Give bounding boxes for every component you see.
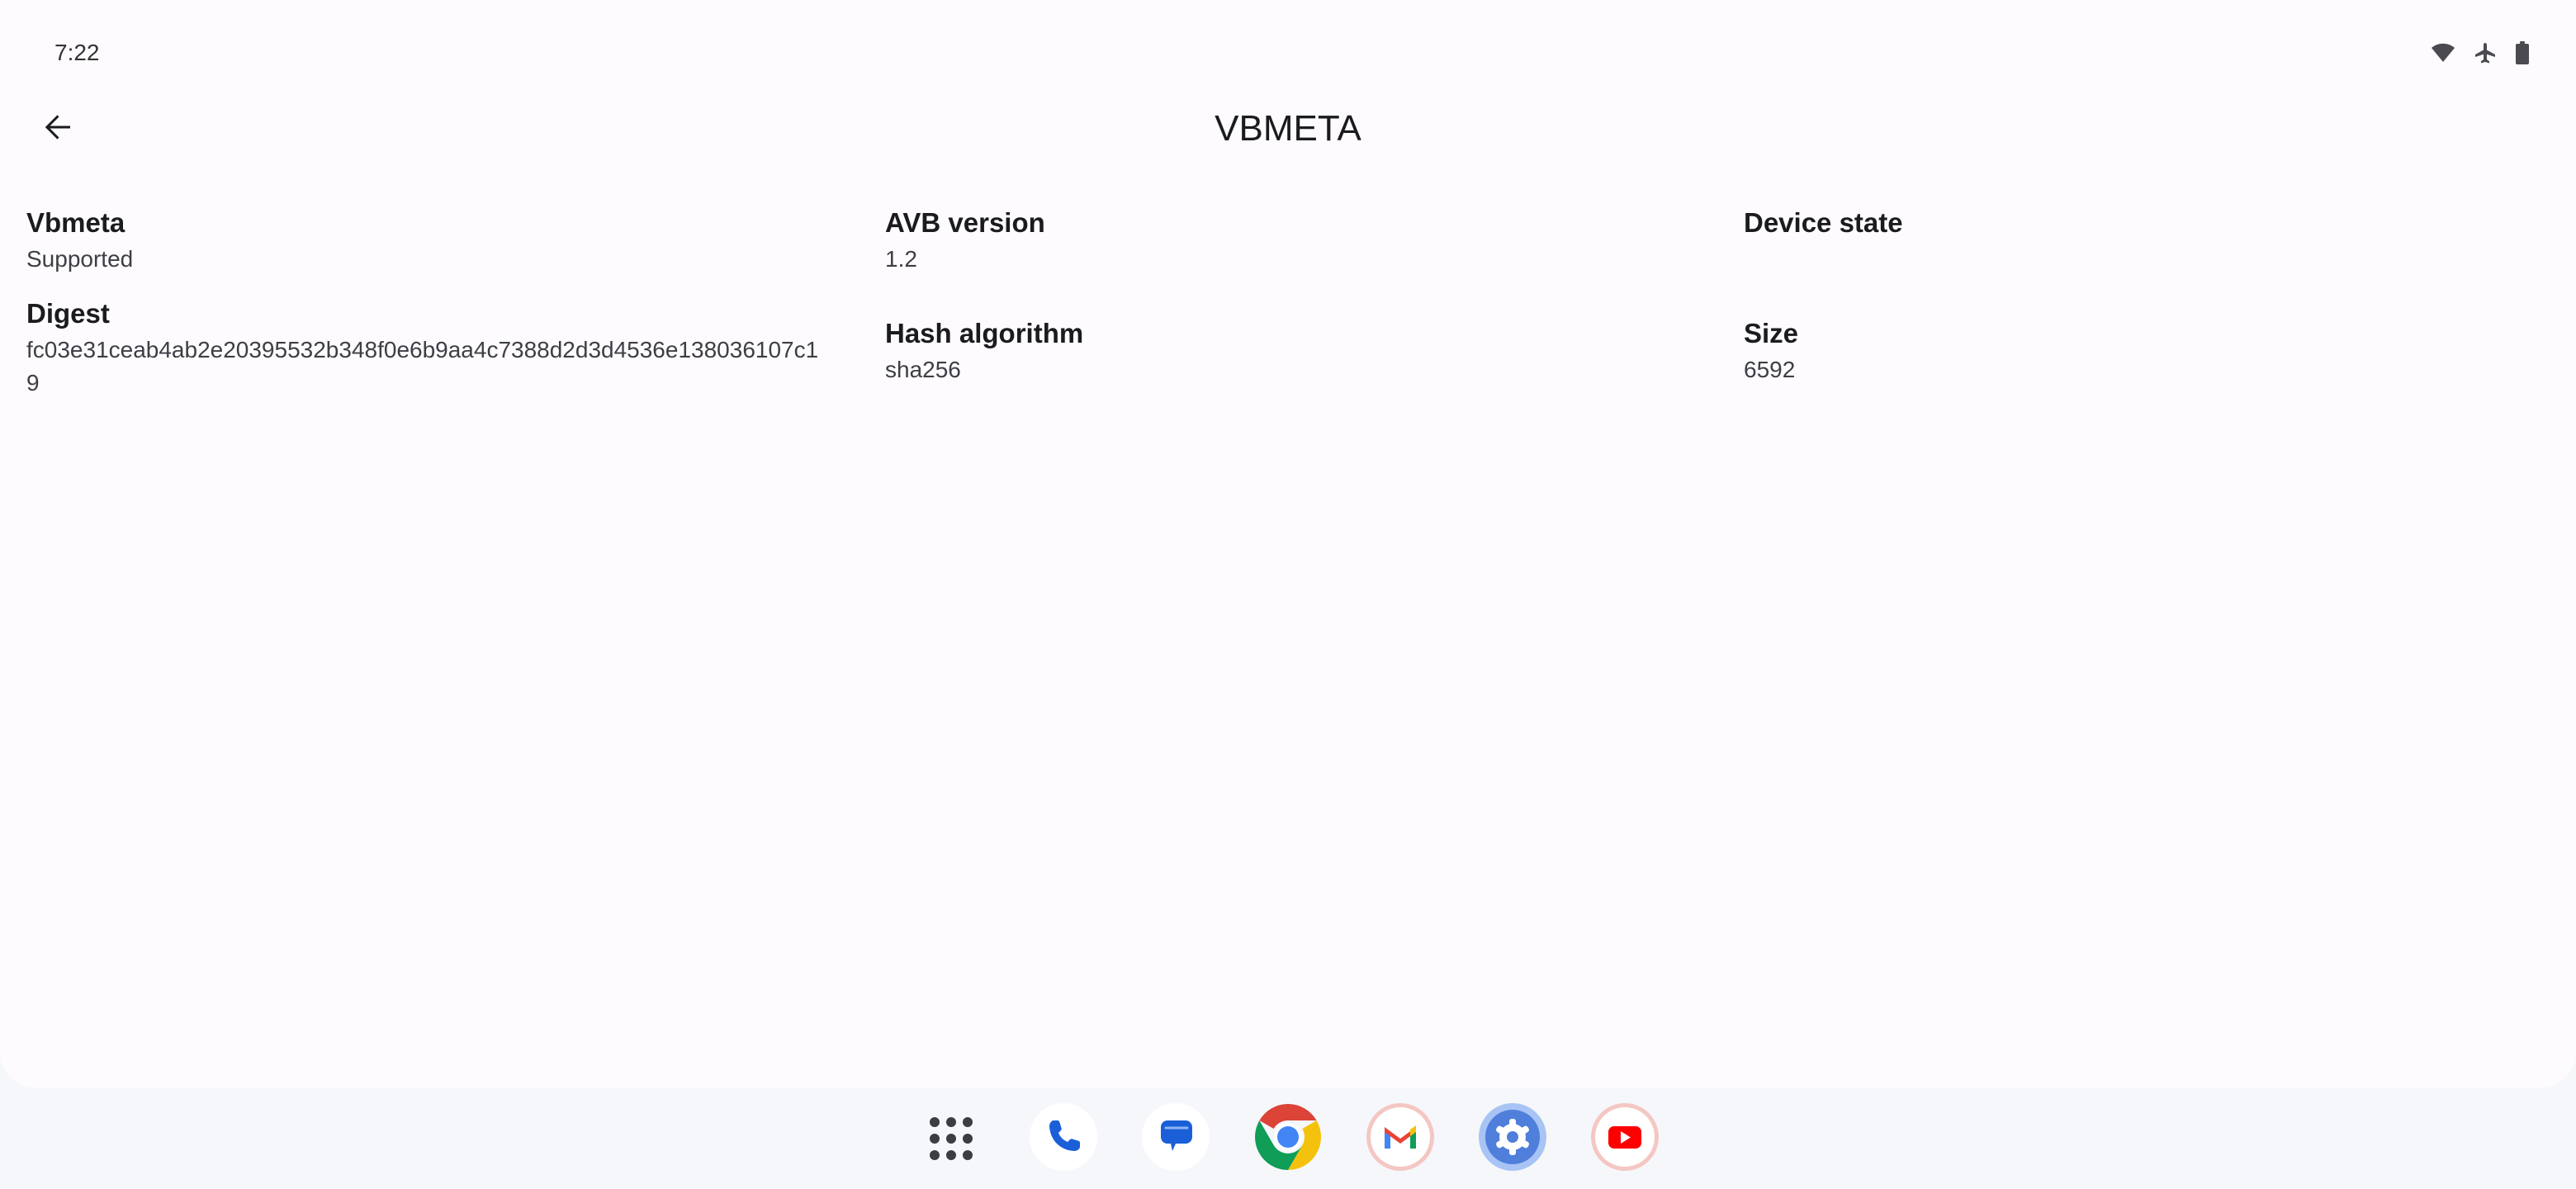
info-label: Vbmeta — [26, 207, 125, 238]
phone-icon — [1029, 1102, 1098, 1176]
info-label: Hash algorithm — [885, 318, 1084, 348]
info-value: sha256 — [885, 357, 961, 382]
info-label: Digest — [26, 298, 110, 329]
screen: 7:22 VBMETA Vbmeta Supported Digest fc03… — [0, 0, 2576, 1189]
airplane-icon — [2474, 41, 2497, 64]
phone-app-button[interactable] — [1029, 1102, 1098, 1176]
chrome-icon — [1253, 1102, 1323, 1176]
info-value: 1.2 — [885, 246, 917, 272]
page-title: VBMETA — [1215, 108, 1361, 149]
info-label: Device state — [1744, 207, 1903, 238]
messages-app-button[interactable] — [1141, 1102, 1210, 1176]
app-drawer-button[interactable] — [916, 1104, 986, 1173]
info-value — [1744, 243, 2545, 276]
info-label: AVB version — [885, 207, 1045, 238]
gmail-icon — [1366, 1102, 1435, 1176]
info-grid: Vbmeta Supported Digest fc03e31ceab4ab2e… — [26, 203, 2550, 438]
status-time: 7:22 — [54, 40, 100, 65]
info-item-device-state: Device state — [1744, 203, 2550, 276]
top-app-bar: VBMETA — [0, 91, 2576, 162]
settings-gear-icon — [1478, 1102, 1547, 1176]
info-column-2: AVB version 1.2 Hash algorithm sha256 — [885, 203, 1744, 438]
wifi-icon — [2431, 42, 2455, 64]
youtube-icon — [1590, 1102, 1660, 1176]
grid-dots-icon — [930, 1117, 973, 1160]
info-item-avb-version: AVB version 1.2 — [885, 203, 1744, 276]
info-value: 6592 — [1744, 357, 1796, 382]
battery-icon — [2515, 41, 2530, 64]
info-column-3: Device state Size 6592 — [1744, 203, 2550, 438]
info-item-size: Size 6592 — [1744, 314, 2550, 386]
settings-app-button[interactable] — [1478, 1102, 1547, 1176]
chrome-app-button[interactable] — [1253, 1102, 1323, 1176]
info-item-vbmeta: Vbmeta Supported — [26, 203, 885, 276]
info-value: Supported — [26, 246, 134, 272]
messages-icon — [1141, 1102, 1210, 1176]
info-item-digest: Digest fc03e31ceab4ab2e20395532b348f0e6b… — [26, 294, 885, 400]
status-icons — [2431, 38, 2530, 68]
youtube-app-button[interactable] — [1590, 1102, 1660, 1176]
info-item-hash-algorithm: Hash algorithm sha256 — [885, 314, 1744, 386]
info-label: Size — [1744, 318, 1799, 348]
info-value: fc03e31ceab4ab2e20395532b348f0e6b9aa4c73… — [26, 337, 819, 396]
taskbar-dock — [0, 1088, 2576, 1189]
app-surface: 7:22 VBMETA Vbmeta Supported Digest fc03… — [0, 0, 2576, 1088]
info-column-1: Vbmeta Supported Digest fc03e31ceab4ab2e… — [26, 203, 885, 438]
gmail-app-button[interactable] — [1366, 1102, 1435, 1176]
